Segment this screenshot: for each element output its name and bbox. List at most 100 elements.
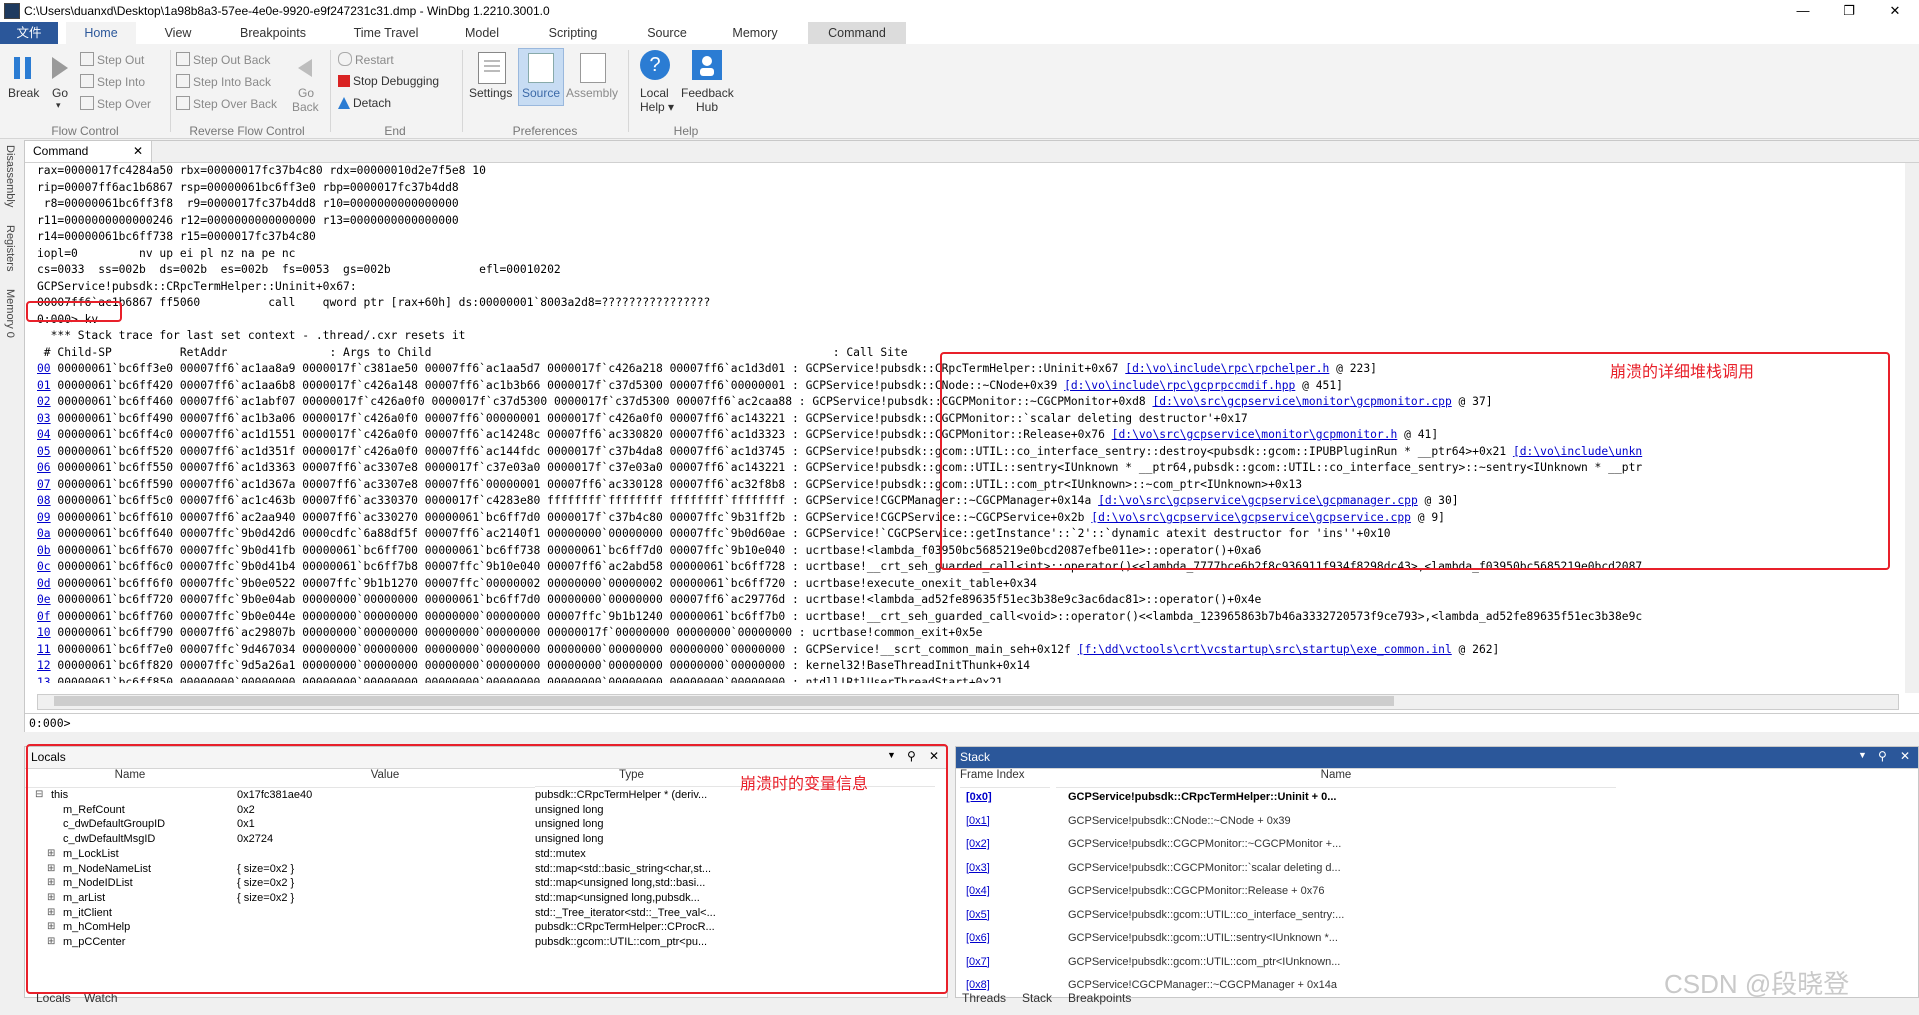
tab-memory-0[interactable]: Memory 0 xyxy=(4,289,16,338)
frame-number-link[interactable]: 06 xyxy=(37,461,51,474)
tab-threads[interactable]: Threads xyxy=(962,991,1006,1005)
stop-debugging-button[interactable]: Stop Debugging xyxy=(338,74,439,88)
frame-number-link[interactable]: 01 xyxy=(37,379,51,392)
frame-args: 00000000`00000000 00000000`00000000 0000… xyxy=(302,642,786,656)
feedback-hub-icon[interactable] xyxy=(692,50,722,80)
go-back-button[interactable] xyxy=(294,56,316,80)
maximize-button[interactable]: ❐ xyxy=(1826,0,1872,22)
frame-number-link[interactable]: 05 xyxy=(37,445,51,458)
frame-index-link[interactable]: [0x8] xyxy=(966,979,990,991)
stack-frame-line: 0d 00000061`bc6ff6f0 00007ffc`9b0e0522 0… xyxy=(37,576,1037,590)
tab-view[interactable]: View xyxy=(148,22,208,44)
frame-number-link[interactable]: 0e xyxy=(37,593,51,606)
go-caret[interactable]: ▾ xyxy=(56,100,61,111)
step-out-button[interactable]: Step Out xyxy=(80,52,144,67)
frame-number-link[interactable]: 0d xyxy=(37,577,51,590)
output-line: rip=00007ff6ac1b6867 rsp=00000061bc6ff3e… xyxy=(37,180,459,194)
help-icon[interactable]: ? xyxy=(640,50,670,80)
frame-index-link[interactable]: [0x2] xyxy=(966,838,990,850)
source-file-link[interactable]: [f:\dd\vctools\crt\vcstartup\src\startup… xyxy=(1078,643,1452,656)
stack-frame-row[interactable]: [0x4] GCPService!pubsdk::CGCPMonitor::Rel… xyxy=(956,885,1896,903)
frame-number-link[interactable]: 04 xyxy=(37,428,51,441)
tab-breakpoints[interactable]: Breakpoints xyxy=(228,22,318,44)
tab-home[interactable]: Home xyxy=(66,22,136,44)
tab-file[interactable]: 文件 xyxy=(0,22,58,44)
frame-number-link[interactable]: 09 xyxy=(37,511,51,524)
pin-icon[interactable]: ⚲ xyxy=(1878,749,1887,763)
frame-number-link[interactable]: 02 xyxy=(37,395,51,408)
step-out-back-button[interactable]: Step Out Back xyxy=(176,52,270,67)
step-into-back-button[interactable]: Step Into Back xyxy=(176,74,271,89)
stack-frame-line: 13 00000061`bc6ff850 00000000`00000000 0… xyxy=(37,675,1897,684)
break-button[interactable] xyxy=(10,54,36,82)
frame-number-link[interactable]: 0c xyxy=(37,560,51,573)
frame-index-link[interactable]: [0x4] xyxy=(966,885,990,897)
frame-number-link[interactable]: 0a xyxy=(37,527,51,540)
close-icon[interactable]: ✕ xyxy=(133,144,143,158)
frame-number-link[interactable]: 13 xyxy=(37,676,51,684)
horizontal-scrollbar[interactable] xyxy=(37,694,1899,710)
close-icon[interactable]: ✕ xyxy=(1900,749,1910,763)
vertical-scrollbar[interactable] xyxy=(1905,163,1919,693)
tab-breakpoints[interactable]: Breakpoints xyxy=(1068,991,1131,1005)
stack-highlight-box xyxy=(940,352,1890,570)
tab-time-travel[interactable]: Time Travel xyxy=(338,22,434,44)
col-name[interactable]: Name xyxy=(1056,769,1616,788)
frame-number-link[interactable]: 00 xyxy=(37,362,51,375)
detach-button[interactable]: Detach xyxy=(338,96,391,110)
frame-number-link[interactable]: 0f xyxy=(37,610,51,623)
stack-frame-row[interactable]: [0x2] GCPService!pubsdk::CGCPMonitor::~CG… xyxy=(956,838,1896,856)
app-icon xyxy=(4,3,20,19)
frame-number-link[interactable]: 0b xyxy=(37,544,51,557)
detach-icon xyxy=(338,97,350,109)
tab-disassembly[interactable]: Disassembly xyxy=(4,145,16,207)
tab-registers[interactable]: Registers xyxy=(4,225,16,271)
stack-frame-row[interactable]: [0x6] GCPService!pubsdk::gcom::UTIL::sent… xyxy=(956,932,1896,950)
stack-frame-row[interactable]: [0x3] GCPService!pubsdk::CGCPMonitor::`sc… xyxy=(956,862,1896,880)
frame-index-link[interactable]: [0x6] xyxy=(966,932,990,944)
tab-scripting[interactable]: Scripting xyxy=(530,22,616,44)
settings-button[interactable] xyxy=(478,52,506,84)
frame-index-link[interactable]: [0x3] xyxy=(966,862,990,874)
command-tab-label: Command xyxy=(33,144,89,158)
local-help-label-2[interactable]: Help ▾ xyxy=(640,100,674,114)
restart-button[interactable]: Restart xyxy=(338,52,394,67)
dropdown-icon[interactable]: ▼ xyxy=(1858,750,1867,760)
close-button[interactable]: ✕ xyxy=(1872,0,1918,22)
frame-index-link[interactable]: [0x0] xyxy=(966,791,992,803)
frame-index-link[interactable]: [0x7] xyxy=(966,956,990,968)
frame-number-link[interactable]: 12 xyxy=(37,659,51,672)
frame-sp: 00000061`bc6ff720 xyxy=(57,593,174,606)
frame-args: 0000017f`c426a0f0 00007ff6`ac14248c 0000… xyxy=(302,428,786,441)
frame-number-link[interactable]: 07 xyxy=(37,478,51,491)
scroll-thumb[interactable] xyxy=(54,696,1394,706)
minimize-button[interactable]: — xyxy=(1780,0,1826,22)
frame-number-link[interactable]: 10 xyxy=(37,626,51,639)
frame-index-link[interactable]: [0x5] xyxy=(966,909,990,921)
stop-label: Stop Debugging xyxy=(353,74,440,88)
assembly-icon[interactable] xyxy=(580,53,606,83)
tab-memory[interactable]: Memory xyxy=(718,22,792,44)
frame-number-link[interactable]: 11 xyxy=(37,643,51,656)
locals-annotation: 崩溃时的变量信息 xyxy=(740,776,869,793)
settings-doc-icon xyxy=(484,60,500,72)
tab-source[interactable]: Source xyxy=(634,22,700,44)
tab-stack[interactable]: Stack xyxy=(1022,991,1052,1005)
frame-number-link[interactable]: 08 xyxy=(37,494,51,507)
col-frame-index[interactable]: Frame Index xyxy=(960,769,1050,788)
step-over-back-button[interactable]: Step Over Back xyxy=(176,96,277,111)
frame-site: ntdll!RtlUserThreadStart+0x21 xyxy=(805,675,1003,684)
step-into-button[interactable]: Step Into xyxy=(80,74,145,89)
command-tab[interactable]: Command ✕ xyxy=(25,141,152,162)
stack-frame-row[interactable]: [0x0] GCPService!pubsdk::CRpcTermHelper::… xyxy=(956,791,1896,809)
tab-model[interactable]: Model xyxy=(452,22,512,44)
step-over-button[interactable]: Step Over xyxy=(80,96,151,111)
command-input[interactable]: 0:000> xyxy=(25,713,1919,732)
frame-index-link[interactable]: [0x1] xyxy=(966,815,990,827)
go-button[interactable] xyxy=(48,54,72,82)
tab-command[interactable]: Command xyxy=(808,22,906,44)
stack-frame-row[interactable]: [0x1] GCPService!pubsdk::CNode::~CNode + … xyxy=(956,815,1896,833)
frame-number-link[interactable]: 03 xyxy=(37,412,51,425)
stack-frame-row[interactable]: [0x5] GCPService!pubsdk::gcom::UTIL::co_i… xyxy=(956,909,1896,927)
output-line: GCPService!pubsdk::CRpcTermHelper::Unini… xyxy=(37,279,357,293)
